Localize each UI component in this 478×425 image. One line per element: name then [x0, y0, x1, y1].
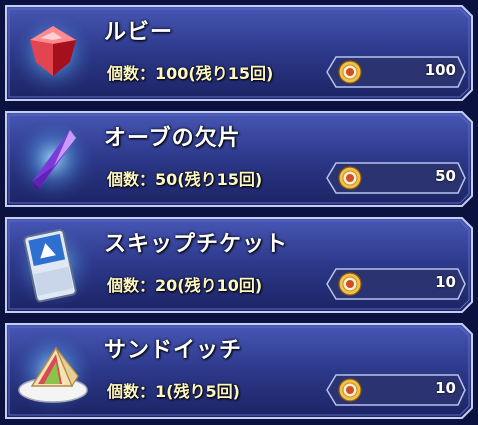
item-count-remaining: 個数：100(残り15回): [107, 64, 274, 83]
item-name: スキップチケット: [104, 232, 289, 257]
item-count-remaining: 個数：1(残り5回): [107, 382, 240, 401]
item-name: サンドイッチ: [104, 338, 243, 363]
shop-item-ruby[interactable]: ルビー 個数：100(残り15回) 100: [4, 4, 474, 102]
sandwich-icon: [18, 346, 88, 403]
item-name: オーブの欠片: [104, 126, 241, 151]
item-count-remaining: 個数：50(残り15回): [107, 170, 263, 189]
shop-item-skip-ticket[interactable]: スキップチケット 個数：20(残り10回) 10: [4, 216, 474, 314]
shop-item-orb-shard[interactable]: オーブの欠片 個数：50(残り15回) 50: [4, 110, 474, 208]
item-name: ルビー: [104, 20, 174, 45]
gold-medal-coin-icon: [338, 166, 362, 190]
price-value: 100: [424, 61, 456, 79]
exchange-price-button[interactable]: 50: [326, 162, 466, 194]
ruby-gem-icon: [30, 26, 76, 76]
skip-ticket-icon: [23, 228, 77, 303]
orb-shard-crystal-icon: [32, 130, 76, 190]
shop-item-sandwich[interactable]: サンドイッチ 個数：1(残り5回) 10: [4, 322, 474, 420]
price-value: 10: [435, 379, 456, 397]
price-value: 10: [435, 273, 456, 291]
exchange-price-button[interactable]: 10: [326, 268, 466, 300]
gold-medal-coin-icon: [338, 272, 362, 296]
shop-item-list: ルビー 個数：100(残り15回) 100 オーブの欠片 個数：50(残り15回…: [0, 0, 478, 425]
item-count-remaining: 個数：20(残り10回): [107, 276, 263, 295]
exchange-price-button[interactable]: 100: [326, 56, 466, 88]
exchange-price-button[interactable]: 10: [326, 374, 466, 406]
price-value: 50: [435, 167, 456, 185]
gold-medal-coin-icon: [338, 60, 362, 84]
gold-medal-coin-icon: [338, 378, 362, 402]
